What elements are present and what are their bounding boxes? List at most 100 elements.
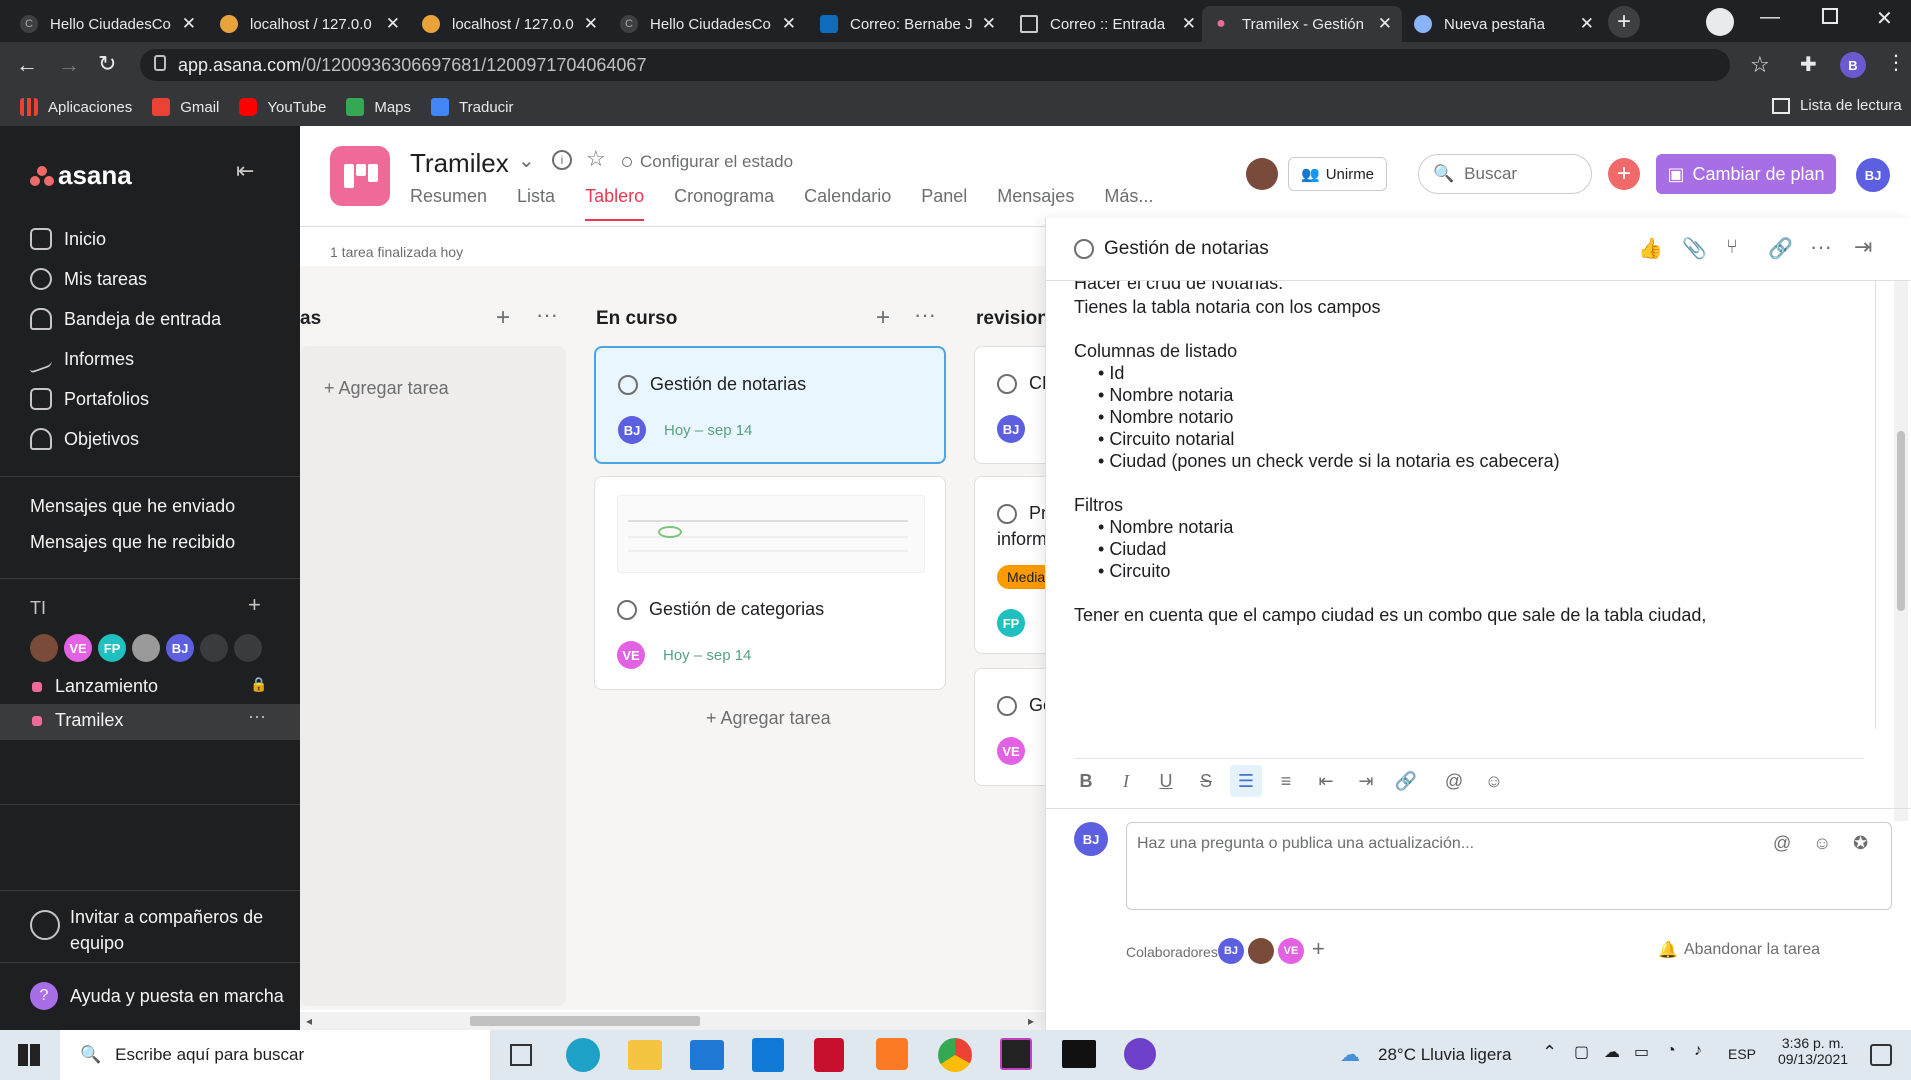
tab-tablero[interactable]: Tablero [585,186,645,221]
l-app-icon[interactable] [752,1038,784,1072]
numbered-list-icon[interactable]: ≡ [1270,765,1302,797]
avatar[interactable] [30,634,58,662]
add-team-icon[interactable]: + [248,592,261,618]
user-avatar[interactable]: BJ [1856,158,1890,192]
more-icon[interactable]: ··· [1810,234,1832,260]
close-tab-icon[interactable]: ✕ [386,14,400,34]
assignee-avatar[interactable]: VE [997,737,1025,765]
pane-scrollbar[interactable] [1894,281,1908,821]
assignee-avatar[interactable]: VE [617,641,645,669]
like-icon[interactable]: 👍 [1638,236,1663,261]
mention-icon[interactable]: @ [1773,833,1791,854]
terminal-icon[interactable] [1062,1040,1096,1068]
browser-tab[interactable]: C Hello CiudadesCo ✕ [610,6,806,42]
scrollbar-thumb[interactable] [1897,431,1905,611]
star-icon[interactable]: ☆ [586,146,606,172]
wifi-icon[interactable]: ◔ [1666,1042,1676,1060]
chrome-menu-icon[interactable]: ⋮ [1886,50,1906,75]
phpstorm-icon[interactable] [1000,1038,1032,1070]
browser-tab-active[interactable]: ● Tramilex - Gestión ✕ [1202,6,1402,42]
url-bar[interactable]: app.asana.com/0/1200936306697681/1200971… [140,49,1730,81]
volume-icon[interactable]: ♪ [1694,1042,1702,1060]
browser-tab[interactable]: Correo :: Entrada ✕ [1010,6,1206,42]
priority-tag[interactable]: Media [997,565,1045,589]
edge-icon[interactable] [566,1038,600,1072]
browser-tab[interactable]: Correo: Bernabe J ✕ [810,6,1006,42]
chevron-up-icon[interactable]: ⌃ [1542,1042,1557,1063]
underline-icon[interactable]: U [1150,765,1182,797]
emoji-icon[interactable]: ☺ [1478,765,1510,797]
emoji-icon[interactable]: ☺ [1813,833,1831,854]
link-icon[interactable]: 🔗 [1390,765,1422,797]
outdent-icon[interactable]: ⇤ [1310,765,1342,797]
comment-input[interactable]: Haz una pregunta o publica una actualiza… [1126,822,1892,910]
close-tab-icon[interactable]: ✕ [1580,14,1594,34]
complete-task-icon[interactable] [997,374,1017,395]
link-icon[interactable]: 🔗 [1768,236,1793,261]
notifications-icon[interactable] [1870,1044,1892,1066]
bookmark-youtube[interactable]: YouTube [239,98,326,116]
add-task-icon[interactable]: + [496,304,510,332]
tab-resumen[interactable]: Resumen [410,186,487,221]
device-icon[interactable]: ▢ [1574,1042,1589,1062]
forward-icon[interactable]: → [58,52,80,78]
chevron-down-icon[interactable]: ⌄ [518,148,535,173]
avatar[interactable] [1246,158,1278,190]
xampp-icon[interactable] [876,1038,908,1070]
project-tramilex[interactable]: Tramilex [55,710,123,731]
bookmark-gmail[interactable]: Gmail [152,98,219,116]
new-tab-button[interactable]: + [1608,6,1640,38]
asana-logo[interactable]: asana [30,160,132,191]
column-header-en-curso[interactable]: En curso [596,308,677,330]
task-card[interactable]: Pr inform Media FP [974,476,1045,654]
close-tab-icon[interactable]: ✕ [1182,14,1196,34]
add-task-icon[interactable]: + [876,304,890,332]
avatar[interactable]: VE [64,634,92,662]
mcafee-icon[interactable] [814,1038,844,1072]
close-tab-icon[interactable]: ✕ [182,14,196,34]
weather-text[interactable]: 28°C Lluvia ligera [1378,1045,1511,1065]
clock[interactable]: 3:36 p. m. 09/13/2021 [1770,1035,1856,1067]
indent-icon[interactable]: ⇥ [1350,765,1382,797]
nav-informes[interactable]: Informes [30,343,134,375]
browser-tab[interactable]: C Hello CiudadesCo ✕ [10,6,206,42]
tab-panel[interactable]: Panel [921,186,967,221]
complete-task-icon[interactable] [618,375,638,396]
complete-task-icon[interactable] [997,696,1017,717]
bold-icon[interactable]: B [1070,765,1102,797]
scroll-left-icon[interactable]: ◂ [306,1014,312,1028]
due-date[interactable]: Hoy – sep 14 [664,422,752,439]
task-title-row[interactable]: Gestión de notarias [1074,238,1269,260]
task-card[interactable]: CF BJ [974,346,1045,464]
scrollbar-thumb[interactable] [470,1016,700,1026]
complete-task-icon[interactable] [997,504,1017,525]
info-icon[interactable]: i [552,150,572,170]
more-icon[interactable]: ··· [914,302,936,328]
join-button[interactable]: 👥 Unirme [1288,157,1388,191]
mail-app-icon[interactable] [690,1040,724,1070]
invite-teammates-link[interactable]: Invitar a compañeros de equipo [70,904,280,956]
column-header-revision[interactable]: revision [976,308,1045,330]
due-date[interactable]: Hoy – sep 14 [663,647,751,664]
chrome-taskbar-icon[interactable] [938,1038,972,1072]
onedrive-icon[interactable]: ☁ [1604,1042,1620,1062]
collaborator-avatar[interactable] [1248,938,1274,964]
browser-tab[interactable]: Nueva pestaña ✕ [1404,6,1604,42]
close-tab-icon[interactable]: ✕ [1378,14,1392,34]
subtask-icon[interactable]: ⑂ [1726,236,1738,259]
set-status-button[interactable]: Configurar el estado [622,152,793,172]
tab-search-icon[interactable] [1706,8,1734,36]
collaborator-avatar[interactable]: BJ [1218,938,1244,964]
horizontal-scrollbar[interactable]: ◂ ▸ [300,1012,1045,1030]
task-view-icon[interactable] [510,1044,532,1066]
more-icon[interactable]: ··· [248,706,266,727]
nav-inicio[interactable]: Inicio [30,228,106,250]
profile-avatar[interactable]: B [1840,52,1866,78]
close-tab-icon[interactable]: ✕ [584,14,598,34]
sent-messages-link[interactable]: Mensajes que he enviado [30,496,235,517]
assignee-avatar[interactable]: FP [997,609,1025,637]
close-window-icon[interactable]: ✕ [1876,6,1893,31]
description-editor[interactable]: Hacer el crud de Notarias. Tienes la tab… [1056,281,1876,729]
tab-mensajes[interactable]: Mensajes [997,186,1074,221]
avatar[interactable]: FP [98,634,126,662]
